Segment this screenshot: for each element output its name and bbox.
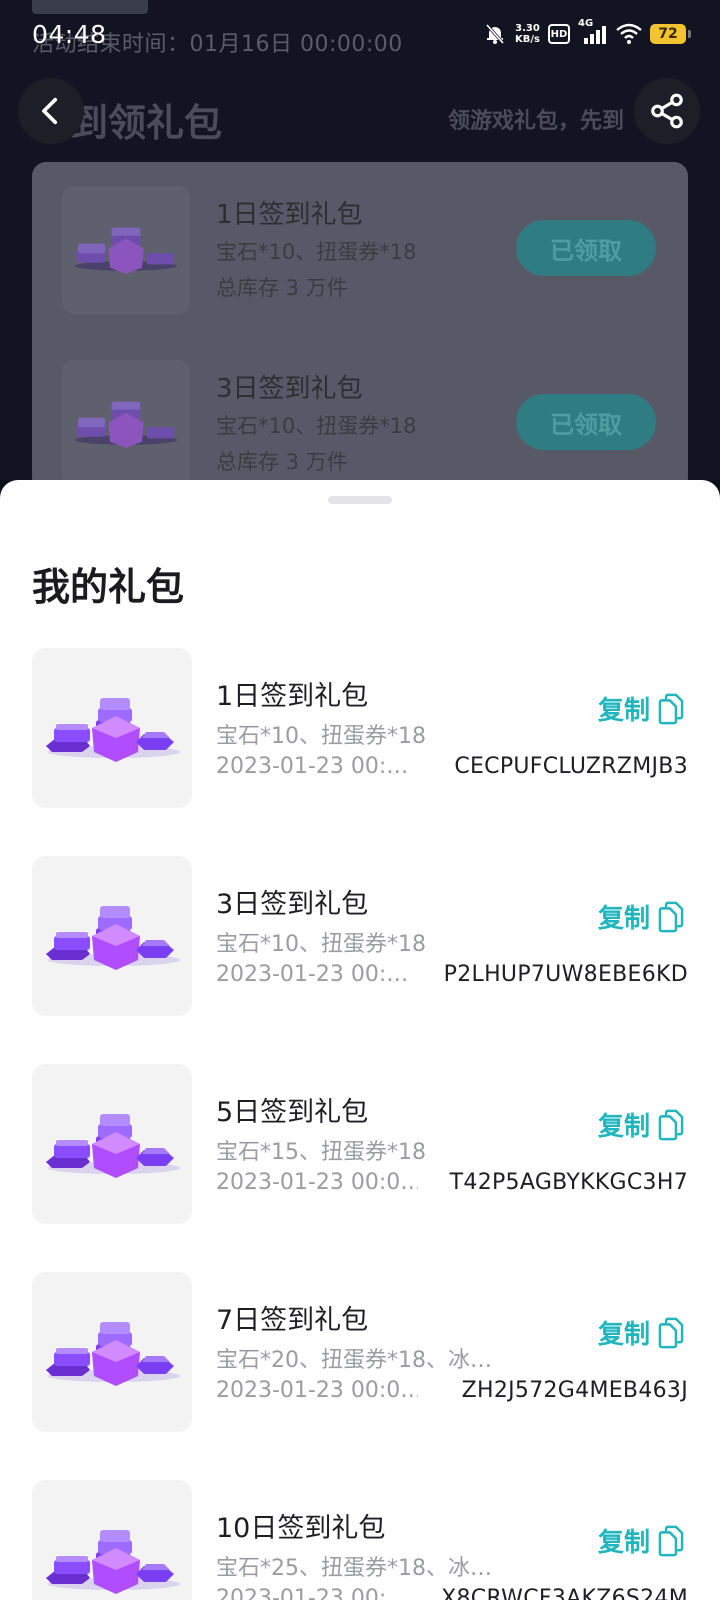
copy-button[interactable]: 复制 <box>598 690 686 727</box>
gift-title: 1日签到礼包 <box>216 200 363 230</box>
list-item: 1日签到礼包 宝石*10、扭蛋券*18 总库存 3 万件 已领取 <box>32 162 688 314</box>
network-speed: 3.30 KB/s <box>515 23 540 45</box>
gift-list-item: 10日签到礼包 宝石*25、扭蛋券*18、冰… 2023-01-23 00:… … <box>0 1480 720 1600</box>
gift-list-item: 7日签到礼包 宝石*20、扭蛋券*18、冰… 2023-01-23 00:0… … <box>0 1272 720 1432</box>
copy-label: 复制 <box>597 1320 650 1350</box>
share-button[interactable] <box>634 78 700 144</box>
my-gifts-sheet: 我的礼包 1日签到礼包 宝石*10、扭蛋券*18 2023-01-23 00:…… <box>0 480 720 1600</box>
gift-date: 2023-01-23 00:… <box>216 754 409 779</box>
gift-title: 5日签到礼包 <box>216 1097 369 1128</box>
gift-image <box>32 856 192 1016</box>
hd-badge: HD <box>548 24 570 44</box>
copy-icon <box>658 1317 684 1348</box>
copy-label: 复制 <box>597 904 650 934</box>
copy-icon <box>658 1525 684 1556</box>
gift-list-item: 1日签到礼包 宝石*10、扭蛋券*18 2023-01-23 00:… CECP… <box>0 648 720 808</box>
copy-icon <box>658 901 684 932</box>
gift-code: ZH2J572G4MEB463J <box>461 1378 688 1403</box>
purple-gem-pile-icon <box>46 1114 180 1178</box>
gift-list-item: 5日签到礼包 宝石*15、扭蛋券*18 2023-01-23 00:0… T42… <box>0 1064 720 1224</box>
purple-gem-pile-icon <box>46 1322 180 1386</box>
status-icons: 3.30 KB/s HD 4G 72 <box>483 18 691 46</box>
network-speed-unit: KB/s <box>515 34 540 45</box>
gift-image <box>32 1272 192 1432</box>
gift-description: 宝石*10、扭蛋券*18 <box>216 932 426 957</box>
gift-stock: 总库存 3 万件 <box>216 450 348 474</box>
copy-button[interactable]: 复制 <box>598 1314 686 1351</box>
gift-title: 1日签到礼包 <box>216 681 369 712</box>
status-time: 04:48 <box>32 20 107 49</box>
copy-button[interactable]: 复制 <box>598 1522 686 1559</box>
list-item: 3日签到礼包 宝石*10、扭蛋券*18 总库存 3 万件 已领取 <box>32 336 688 488</box>
gift-image <box>32 1064 192 1224</box>
gift-description: 宝石*10、扭蛋券*18 <box>216 724 426 749</box>
battery-indicator: 72 <box>650 24 691 44</box>
cellular-signal-icon: 4G <box>578 18 608 46</box>
gift-code: X8CRWCF3AKZ6S24M <box>441 1586 688 1600</box>
gift-date: 2023-01-23 00:… <box>216 1586 409 1600</box>
gift-description: 宝石*25、扭蛋券*18、冰… <box>216 1556 492 1581</box>
purple-gem-pile-icon <box>46 906 180 970</box>
copy-label: 复制 <box>597 696 650 726</box>
copy-icon <box>658 1109 684 1140</box>
gift-image <box>62 360 190 488</box>
back-button[interactable] <box>18 78 84 144</box>
gift-image <box>62 186 190 314</box>
copy-icon <box>658 693 684 724</box>
copy-label: 复制 <box>597 1528 650 1558</box>
mute-bell-icon <box>485 24 505 44</box>
gift-code: CECPUFCLUZRZMJB3 <box>454 754 688 779</box>
gift-title: 10日签到礼包 <box>216 1513 386 1544</box>
gift-title: 3日签到礼包 <box>216 374 363 404</box>
share-icon <box>651 93 683 129</box>
purple-gem-pile-icon <box>74 227 178 274</box>
gift-description: 宝石*10、扭蛋券*18 <box>216 240 417 264</box>
sheet-drag-handle[interactable] <box>328 496 392 504</box>
purple-gem-pile-icon <box>46 1530 180 1594</box>
gift-image <box>32 648 192 808</box>
gift-title: 3日签到礼包 <box>216 889 369 920</box>
gift-date: 2023-01-23 00:0… <box>216 1378 418 1403</box>
purple-gem-pile-icon <box>74 401 178 448</box>
gift-description: 宝石*20、扭蛋券*18、冰… <box>216 1348 492 1373</box>
gift-stock: 总库存 3 万件 <box>216 276 348 300</box>
claimed-button[interactable]: 已领取 <box>516 220 656 276</box>
marquee-text: 领游戏礼包，先到 <box>448 109 625 134</box>
sheet-title: 我的礼包 <box>32 565 185 609</box>
background-page: 活动结束时间：01月16日 00:00:00 签到领礼包 领游戏礼包，先到 1日… <box>0 0 720 492</box>
claimed-button[interactable]: 已领取 <box>516 394 656 450</box>
gift-code: P2LHUP7UW8EBE6KD <box>443 962 688 987</box>
gift-title: 7日签到礼包 <box>216 1305 369 1336</box>
gift-date: 2023-01-23 00:0… <box>216 1170 418 1195</box>
network-speed-value: 3.30 <box>515 23 540 34</box>
wifi-icon <box>616 23 642 44</box>
gift-list-card: 1日签到礼包 宝石*10、扭蛋券*18 总库存 3 万件 已领取 3日签到礼包 … <box>32 162 688 492</box>
copy-button[interactable]: 复制 <box>598 898 686 935</box>
gift-image <box>32 1480 192 1600</box>
gift-description: 宝石*10、扭蛋券*18 <box>216 414 417 438</box>
gift-code: T42P5AGBYKKGC3H7 <box>449 1170 688 1195</box>
gift-list-item: 3日签到礼包 宝石*10、扭蛋券*18 2023-01-23 00:… P2LH… <box>0 856 720 1016</box>
copy-label: 复制 <box>597 1112 650 1142</box>
copy-button[interactable]: 复制 <box>598 1106 686 1143</box>
chevron-left-icon <box>42 97 58 125</box>
gift-date: 2023-01-23 00:… <box>216 962 409 987</box>
status-bar: 04:48 3.30 KB/s HD 4G 72 <box>0 0 720 72</box>
gift-description: 宝石*15、扭蛋券*18 <box>216 1140 426 1165</box>
purple-gem-pile-icon <box>46 698 180 762</box>
